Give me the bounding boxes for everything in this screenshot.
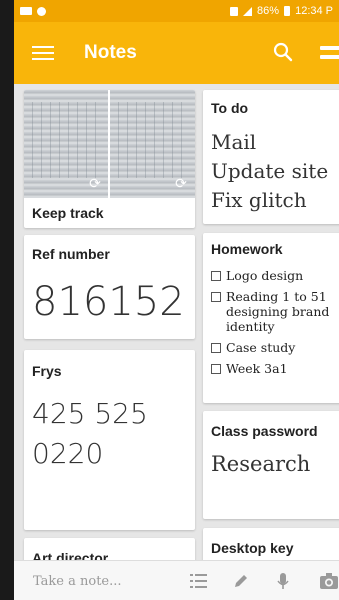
search-icon[interactable] [272,41,294,63]
checkbox[interactable] [211,292,221,302]
note-class-password[interactable]: Class password Research [203,411,339,519]
checklist-item-text: Logo design [226,268,304,283]
sync-icon: ⟳ [175,175,187,191]
note-title: Keep track [32,205,104,221]
checklist-item-text: Reading 1 to 51 designing brand identity [226,289,330,334]
note-ref-number[interactable]: Ref number 816152 [24,235,195,339]
todo-line: Fix glitch [211,188,307,212]
note-title: Ref number [32,246,110,262]
homework-checklist: Logo design Reading 1 to 51 designing br… [211,268,337,376]
take-note-input[interactable]: Take a note... [33,574,122,589]
menu-button[interactable] [32,46,54,60]
note-title: Homework [211,241,283,257]
view-layout-icon[interactable] [320,46,339,59]
note-homework[interactable]: Homework Logo design Reading 1 to 51 des… [203,233,339,403]
note-keep-track[interactable]: ⟳ ⟳ Keep track [24,90,195,228]
camera-icon[interactable] [320,573,338,589]
frys-number-line: 0220 [32,437,104,470]
clock: 12:34 P [295,5,333,17]
todo-line: Update site [211,159,329,183]
battery-percent: 86% [257,5,280,17]
take-note-bar: Take a note... [14,560,339,600]
frys-number: 425 525 0220 [32,394,148,474]
status-bar: 86% 12:34 P [14,0,339,22]
checklist-item: Week 3a1 [211,361,337,376]
lock-icon [230,6,239,16]
todo-line: Mail [211,130,257,154]
message-notification-icon [20,7,32,15]
pen-icon[interactable] [233,573,249,589]
battery-icon [284,6,291,16]
app-title: Notes [84,42,137,63]
frys-number-line: 425 525 [32,397,148,430]
emoji-notification-icon [37,6,46,16]
app-bar: Notes [14,22,339,84]
note-title: To do [211,100,249,116]
view-layout-icon-bar [320,55,339,59]
checklist-item: Case study [211,340,337,355]
note-frys[interactable]: Frys 425 525 0220 [24,350,195,530]
class-password-value: Research [211,452,311,476]
checklist-item-text: Case study [226,340,296,355]
note-to-do[interactable]: To do Mail Update site Fix glitch [203,90,339,224]
mic-icon[interactable] [277,573,289,590]
note-title: Class password [211,423,318,439]
checklist-item: Reading 1 to 51 designing brand identity [211,289,337,334]
hamburger-icon [32,46,54,48]
note-title: Desktop key [211,540,294,556]
note-title: Frys [32,363,62,379]
sync-icon: ⟳ [89,175,101,191]
notes-app-screen: 86% 12:34 P Notes ⟳ ⟳ Keep track To do M… [14,0,339,600]
list-icon[interactable] [190,573,208,589]
checkbox[interactable] [211,343,221,353]
view-layout-icon-bar [320,46,339,50]
checkbox[interactable] [211,271,221,281]
todo-lines: Mail Update site Fix glitch [211,128,328,215]
hamburger-icon-line [32,58,54,60]
ref-number-value: 816152 [32,279,185,325]
checklist-item: Logo design [211,268,337,283]
checklist-item-text: Week 3a1 [226,361,288,376]
hamburger-icon-line [32,52,54,54]
checkbox[interactable] [211,364,221,374]
signal-icon [243,6,253,16]
